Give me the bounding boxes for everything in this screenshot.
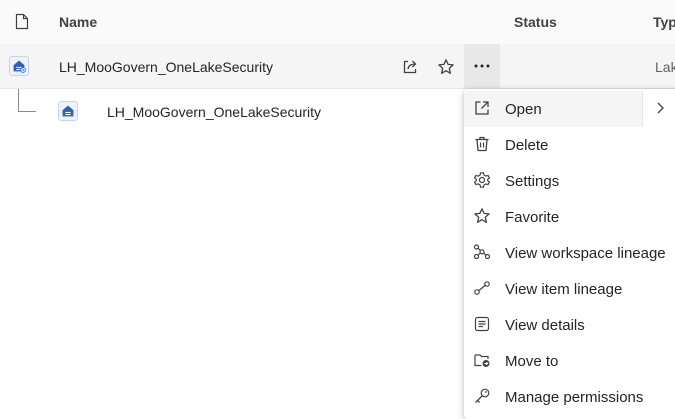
star-icon [474,208,490,223]
table-row[interactable]: LH_MooGovern_OneLakeSecurity Lak [0,44,675,89]
item-lineage-icon [474,281,490,295]
menu-item-favorite[interactable]: Favorite [464,199,675,235]
menu-item-label: View details [505,317,585,334]
column-header-status[interactable]: Status [514,14,557,30]
share-icon[interactable] [401,58,419,76]
menu-item-label: View workspace lineage [505,245,666,262]
tree-connector [18,89,36,112]
child-item-name[interactable]: LH_MooGovern_OneLakeSecurity [107,104,321,120]
menu-item-label: Open [505,101,542,118]
menu-item-label: Move to [505,353,559,370]
context-menu: Open Delete Settings Favorite View works… [464,89,675,419]
menu-item-view-details[interactable]: View details [464,307,675,343]
document-icon [15,13,29,30]
menu-item-view-item-lineage[interactable]: View item lineage [464,271,675,307]
item-name[interactable]: LH_MooGovern_OneLakeSecurity [59,59,273,75]
menu-item-label: Settings [505,173,560,190]
favorite-star-icon[interactable] [437,58,455,76]
item-type: Lak [655,59,675,75]
details-icon [474,316,490,332]
lakehouse-icon [58,101,78,121]
menu-item-label: Favorite [505,209,560,226]
menu-item-label: Delete [505,137,549,154]
workspace-lineage-icon [473,244,491,260]
menu-item-move-to[interactable]: Move to [464,343,675,379]
menu-item-delete[interactable]: Delete [464,127,675,163]
menu-item-open[interactable]: Open [464,91,642,127]
chevron-right-icon[interactable] [654,101,666,115]
column-header-name[interactable]: Name [59,14,97,30]
more-options-button[interactable] [464,44,500,88]
menu-item-label: View item lineage [505,281,623,298]
trash-icon [475,136,489,152]
key-icon [475,388,490,403]
column-header-type[interactable]: Typ [653,14,675,30]
table-header: Name Status Typ [0,0,675,45]
folder-move-icon [474,354,490,367]
submenu-divider [642,91,643,127]
menu-item-manage-permissions[interactable]: Manage permissions [464,379,675,415]
gear-icon [474,172,490,188]
lakehouse-icon [9,56,29,76]
menu-item-settings[interactable]: Settings [464,163,675,199]
menu-item-view-workspace-lineage[interactable]: View workspace lineage [464,235,675,271]
open-external-icon [475,101,489,115]
menu-item-label: Manage permissions [505,389,644,406]
ellipsis-icon [474,64,490,68]
